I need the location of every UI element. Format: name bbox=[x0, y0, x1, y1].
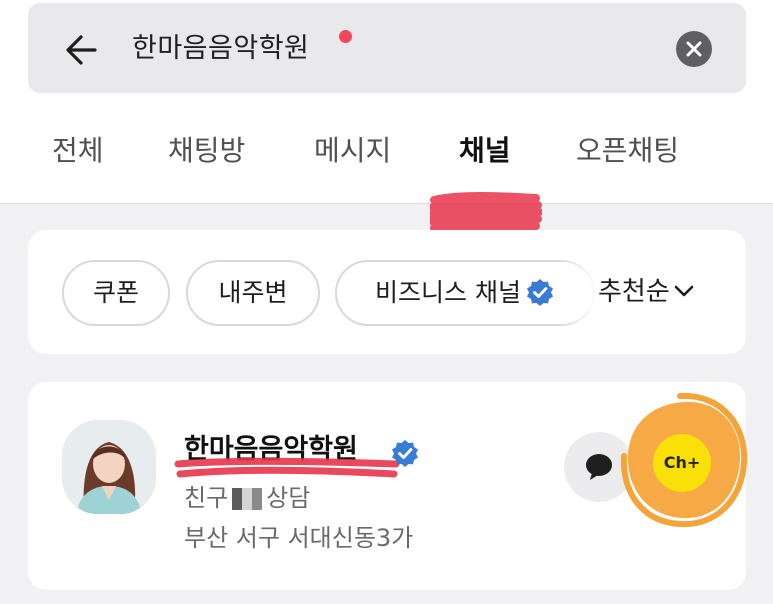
name-underline-scribble bbox=[174, 457, 400, 478]
add-channel-label: Ch+ bbox=[663, 453, 701, 472]
search-input[interactable]: 한마음음악학원 bbox=[132, 31, 309, 67]
avatar bbox=[62, 420, 156, 514]
tab-all[interactable]: 전체 bbox=[52, 131, 104, 171]
chip-label: 내주변 bbox=[218, 278, 288, 307]
tab-open-chat[interactable]: 오픈채팅 bbox=[576, 131, 679, 171]
chip-label: 비즈니스 채널 bbox=[375, 278, 521, 307]
channel-description: 친구 상담 bbox=[184, 482, 310, 514]
search-bar[interactable]: 한마음음악학원 bbox=[28, 3, 746, 93]
description-prefix: 친구 bbox=[184, 484, 229, 512]
sort-dropdown[interactable]: 추천순 bbox=[598, 274, 696, 310]
channel-result-item[interactable]: 한마음음악학원 친구 상담 부산 서구 서대신동3가 Ch+ bbox=[28, 382, 748, 590]
app-screen: 한마음음악학원 전체 채팅방 메시지 채널 오픈채팅 쿠폰 내주변 비즈니스 채… bbox=[0, 0, 773, 604]
notification-dot bbox=[339, 30, 352, 43]
redacted-text bbox=[232, 488, 263, 510]
filter-bar: 쿠폰 내주변 비즈니스 채널 추천순 bbox=[28, 230, 746, 354]
channel-address: 부산 서구 서대신동3가 bbox=[184, 524, 414, 552]
tab-messages[interactable]: 메시지 bbox=[314, 131, 391, 171]
add-channel-button[interactable]: Ch+ bbox=[653, 434, 711, 492]
description-suffix: 상담 bbox=[266, 484, 311, 512]
filter-chip-business-channel[interactable]: 비즈니스 채널 bbox=[335, 260, 595, 326]
clear-search-icon[interactable] bbox=[676, 31, 712, 67]
filter-chip-coupon[interactable]: 쿠폰 bbox=[62, 260, 170, 326]
verified-badge-icon bbox=[392, 440, 418, 467]
sort-label: 추천순 bbox=[598, 277, 670, 307]
filter-chip-nearby[interactable]: 내주변 bbox=[186, 260, 320, 326]
verified-badge-icon bbox=[526, 279, 553, 306]
chip-label: 쿠폰 bbox=[92, 278, 139, 307]
tab-chatrooms[interactable]: 채팅방 bbox=[168, 131, 245, 171]
back-arrow-icon[interactable] bbox=[61, 30, 101, 70]
tab-channels[interactable]: 채널 bbox=[459, 131, 511, 171]
search-header: 한마음음악학원 전체 채팅방 메시지 채널 오픈채팅 bbox=[0, 0, 773, 204]
chip-scroll-fade bbox=[558, 258, 598, 328]
profile-photo-icon bbox=[62, 420, 156, 514]
chevron-down-icon bbox=[674, 285, 694, 297]
